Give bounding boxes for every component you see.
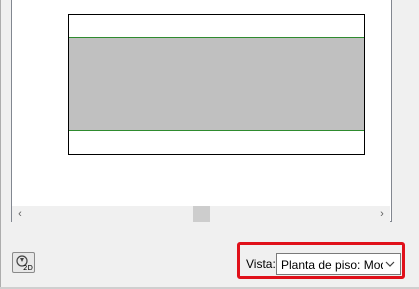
preview-canvas	[24, 0, 390, 205]
window-left-border	[0, 0, 1, 287]
view-dropdown-value: Planta de piso: Modifi	[281, 258, 383, 272]
view-label: Vista:	[246, 257, 276, 271]
horizontal-scrollbar[interactable]: ‹ ›	[12, 206, 390, 222]
toggle-2d-text: 2D	[23, 264, 33, 271]
view-2d-toggle-button[interactable]: 2D	[12, 252, 35, 273]
scroll-left-icon[interactable]: ‹	[12, 206, 28, 222]
scroll-thumb[interactable]	[193, 206, 210, 222]
2d-view-icon: 2D	[16, 255, 33, 271]
scroll-right-icon[interactable]: ›	[374, 206, 390, 222]
view-dropdown[interactable]: Planta de piso: Modifi	[276, 253, 401, 275]
floor-element	[69, 37, 364, 131]
floor-plan-preview	[68, 14, 365, 155]
preview-viewport[interactable]	[11, 0, 392, 222]
chevron-down-icon	[383, 257, 397, 271]
